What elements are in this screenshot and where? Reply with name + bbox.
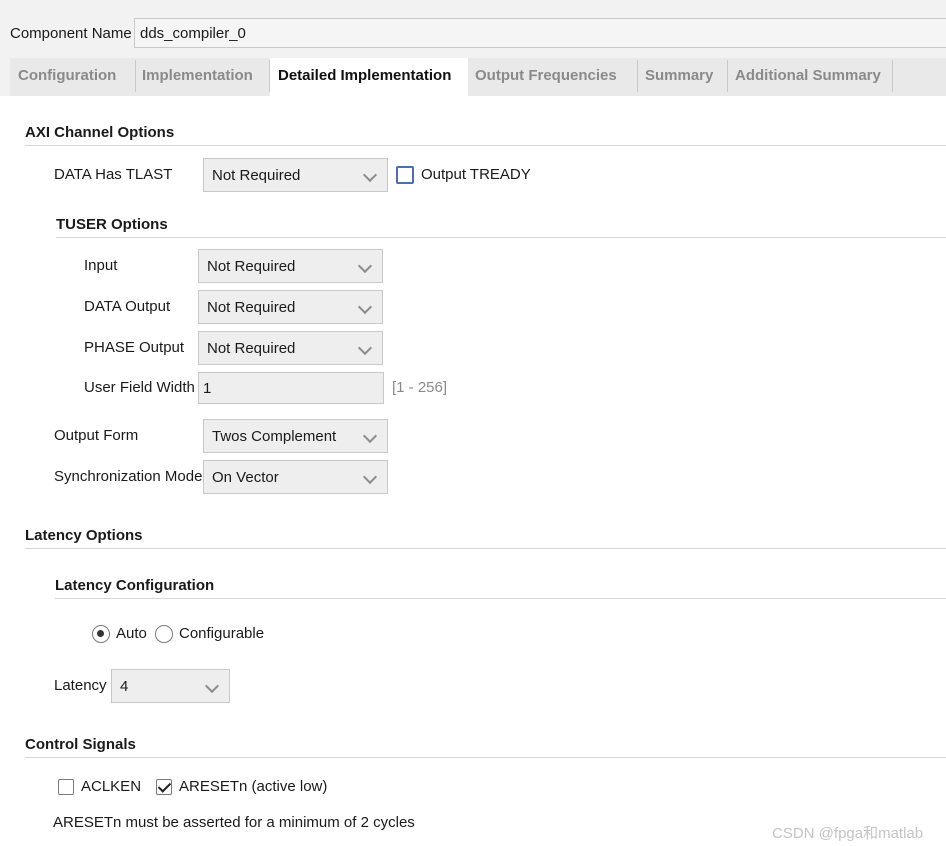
latency-auto-label: Auto (116, 625, 147, 642)
tuser-phase-output-value: Not Required (207, 340, 296, 357)
section-divider (55, 598, 946, 599)
latency-configurable-radio[interactable] (155, 625, 173, 643)
data-has-tlast-label: DATA Has TLAST (54, 166, 173, 183)
tuser-phase-output-label: PHASE Output (84, 339, 185, 356)
section-divider (25, 548, 946, 549)
aresetn-checkbox[interactable] (156, 779, 172, 795)
chevron-down-icon (357, 340, 373, 356)
tab-implementation[interactable]: Implementation (134, 58, 270, 96)
synchronization-mode-label: Synchronization Mode (54, 468, 203, 485)
output-form-value: Twos Complement (212, 428, 337, 445)
axi-channel-options-heading: AXI Channel Options (25, 124, 175, 141)
tuser-data-output-value: Not Required (207, 299, 296, 316)
tuser-phase-output-select[interactable]: Not Required (198, 331, 383, 365)
latency-options-heading: Latency Options (25, 527, 143, 544)
latency-value: 4 (120, 678, 129, 695)
tuser-input-value: Not Required (207, 258, 296, 275)
tuser-data-output-label: DATA Output (84, 298, 171, 315)
tab-additional-summary[interactable]: Additional Summary (727, 58, 892, 96)
tuser-data-output-select[interactable]: Not Required (198, 290, 383, 324)
output-tready-label: Output TREADY (421, 166, 531, 183)
tab-divider (892, 60, 893, 92)
chevron-down-icon (357, 258, 373, 274)
watermark: CSDN @fpga和matlab (772, 825, 924, 842)
output-form-label: Output Form (54, 427, 139, 444)
section-divider (56, 237, 946, 238)
chevron-down-icon (362, 428, 378, 444)
latency-select[interactable]: 4 (111, 669, 230, 703)
output-form-select[interactable]: Twos Complement (203, 419, 388, 453)
component-name-label: Component Name (10, 25, 132, 42)
tab-detailed-implementation[interactable]: Detailed Implementation (270, 58, 468, 97)
chevron-down-icon (204, 678, 220, 694)
aresetn-note: ARESETn must be asserted for a minimum o… (53, 814, 415, 831)
latency-configuration-heading: Latency Configuration (55, 577, 215, 594)
section-divider (25, 145, 946, 146)
component-name-input[interactable]: dds_compiler_0 (134, 18, 946, 48)
latency-auto-radio[interactable] (92, 625, 110, 643)
tab-configuration[interactable]: Configuration (10, 58, 135, 96)
user-field-width-input[interactable]: 1 (198, 372, 384, 404)
radio-selected-dot (97, 630, 104, 637)
section-divider (25, 757, 946, 758)
chevron-down-icon (362, 469, 378, 485)
tuser-options-heading: TUSER Options (56, 216, 168, 233)
aclken-label: ACLKEN (81, 778, 142, 795)
tab-output-frequencies[interactable]: Output Frequencies (467, 58, 637, 96)
synchronization-mode-value: On Vector (212, 469, 279, 486)
chevron-down-icon (362, 167, 378, 183)
user-field-width-range-hint: [1 - 256] (392, 379, 448, 396)
aresetn-label: ARESETn (active low) (179, 778, 328, 795)
chevron-down-icon (357, 299, 373, 315)
user-field-width-label: User Field Width (84, 379, 195, 396)
data-has-tlast-value: Not Required (212, 167, 301, 184)
checkmark-icon (157, 779, 172, 793)
control-signals-heading: Control Signals (25, 736, 136, 753)
tab-summary[interactable]: Summary (637, 58, 727, 96)
tuser-input-label: Input (84, 257, 118, 274)
synchronization-mode-select[interactable]: On Vector (203, 460, 388, 494)
tuser-input-select[interactable]: Not Required (198, 249, 383, 283)
latency-label: Latency (54, 677, 107, 694)
data-has-tlast-select[interactable]: Not Required (203, 158, 388, 192)
output-tready-checkbox[interactable] (396, 166, 414, 184)
latency-configurable-label: Configurable (179, 625, 265, 642)
aclken-checkbox[interactable] (58, 779, 74, 795)
